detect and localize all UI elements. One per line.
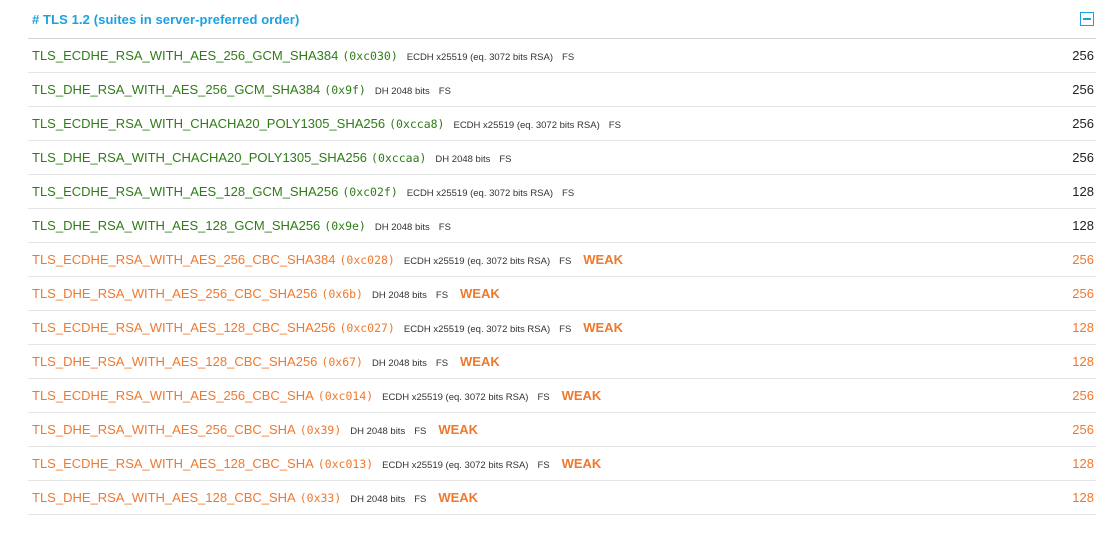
weak-badge: WEAK	[583, 320, 623, 335]
suite-key-exchange: DH 2048 bits	[350, 494, 406, 505]
suite-name: TLS_DHE_RSA_WITH_CHACHA20_POLY1305_SHA25…	[32, 150, 368, 165]
suite-code: (0x9f)	[324, 83, 366, 97]
suite-bits: 256	[1072, 82, 1094, 97]
suite-key-exchange: ECDH x25519 (eq. 3072 bits RSA)	[453, 120, 600, 131]
weak-badge: WEAK	[460, 286, 500, 301]
suite-code: (0xc030)	[342, 49, 398, 63]
suite-code: (0x6b)	[321, 287, 363, 301]
suite-key-exchange: DH 2048 bits	[371, 358, 427, 369]
suite-row: TLS_ECDHE_RSA_WITH_AES_256_CBC_SHA (0xc0…	[28, 379, 1096, 413]
suite-key-exchange: ECDH x25519 (eq. 3072 bits RSA)	[406, 188, 554, 199]
cipher-suites-panel: # TLS 1.2 (suites in server-preferred or…	[28, 0, 1096, 515]
suite-forward-secrecy: FS	[562, 52, 575, 63]
suite-key-exchange: DH 2048 bits	[374, 86, 430, 97]
suite-row: TLS_DHE_RSA_WITH_AES_256_CBC_SHA256 (0x6…	[28, 277, 1096, 311]
suite-name: TLS_DHE_RSA_WITH_AES_128_GCM_SHA256	[32, 218, 321, 233]
suite-name: TLS_DHE_RSA_WITH_AES_128_CBC_SHA	[32, 490, 296, 505]
suite-code: (0x39)	[299, 423, 342, 437]
weak-badge: WEAK	[438, 422, 479, 437]
suite-bits: 256	[1072, 116, 1094, 131]
suite-key-exchange: ECDH x25519 (eq. 3072 bits RSA)	[403, 256, 551, 267]
suite-key-exchange: ECDH x25519 (eq. 3072 bits RSA)	[382, 460, 529, 471]
suite-row: TLS_DHE_RSA_WITH_AES_128_CBC_SHA (0x33) …	[28, 481, 1096, 515]
suite-list: TLS_ECDHE_RSA_WITH_AES_256_GCM_SHA384 (0…	[28, 39, 1096, 515]
suite-code: (0x67)	[321, 355, 363, 369]
suite-code: (0xc02f)	[342, 185, 398, 199]
suite-row: TLS_ECDHE_RSA_WITH_AES_128_GCM_SHA256 (0…	[28, 175, 1096, 209]
suite-forward-secrecy: FS	[559, 324, 572, 335]
weak-badge: WEAK	[583, 252, 623, 267]
suite-name: TLS_DHE_RSA_WITH_AES_256_GCM_SHA384	[32, 82, 321, 97]
suite-row: TLS_DHE_RSA_WITH_AES_256_CBC_SHA (0x39) …	[28, 413, 1096, 447]
suite-key-exchange: DH 2048 bits	[371, 290, 427, 301]
suite-key-exchange: ECDH x25519 (eq. 3072 bits RSA)	[382, 392, 529, 403]
suite-forward-secrecy: FS	[537, 460, 550, 471]
suite-bits: 256	[1072, 150, 1094, 165]
suite-forward-secrecy: FS	[414, 494, 427, 505]
suite-row: TLS_ECDHE_RSA_WITH_AES_128_CBC_SHA (0xc0…	[28, 447, 1096, 481]
suite-forward-secrecy: FS	[435, 358, 449, 369]
suite-name: TLS_ECDHE_RSA_WITH_AES_128_GCM_SHA256	[32, 184, 339, 199]
suite-code: (0xccaa)	[371, 151, 427, 165]
suite-bits: 128	[1072, 218, 1094, 233]
suite-name: TLS_ECDHE_RSA_WITH_AES_256_CBC_SHA	[32, 388, 314, 403]
suite-bits: 256	[1072, 48, 1094, 63]
suite-key-exchange: ECDH x25519 (eq. 3072 bits RSA)	[406, 52, 554, 63]
section-header: # TLS 1.2 (suites in server-preferred or…	[28, 0, 1096, 39]
suite-key-exchange: DH 2048 bits	[435, 154, 491, 165]
suite-forward-secrecy: FS	[562, 188, 575, 199]
collapse-icon[interactable]	[1080, 12, 1094, 26]
suite-bits: 128	[1072, 354, 1094, 369]
suite-row: TLS_ECDHE_RSA_WITH_AES_256_GCM_SHA384 (0…	[28, 39, 1096, 73]
suite-forward-secrecy: FS	[499, 154, 512, 165]
suite-forward-secrecy: FS	[438, 86, 451, 97]
suite-forward-secrecy: FS	[559, 256, 572, 267]
suite-bits: 128	[1072, 456, 1094, 471]
suite-name: TLS_ECDHE_RSA_WITH_CHACHA20_POLY1305_SHA…	[32, 116, 386, 131]
suite-code: (0xc013)	[317, 457, 374, 471]
suite-name: TLS_ECDHE_RSA_WITH_AES_128_CBC_SHA	[32, 456, 314, 471]
suite-bits: 256	[1072, 252, 1094, 267]
suite-row: TLS_DHE_RSA_WITH_AES_128_GCM_SHA256 (0x9…	[28, 209, 1096, 243]
suite-name: TLS_DHE_RSA_WITH_AES_256_CBC_SHA256	[32, 286, 318, 301]
section-title: # TLS 1.2 (suites in server-preferred or…	[32, 11, 300, 27]
suite-name: TLS_DHE_RSA_WITH_AES_256_CBC_SHA	[32, 422, 296, 437]
suite-forward-secrecy: FS	[537, 392, 550, 403]
suite-bits: 256	[1072, 286, 1094, 301]
suite-bits: 128	[1072, 184, 1094, 199]
suite-code: (0xcca8)	[389, 117, 445, 131]
suite-key-exchange: ECDH x25519 (eq. 3072 bits RSA)	[403, 324, 551, 335]
suite-row: TLS_ECDHE_RSA_WITH_CHACHA20_POLY1305_SHA…	[28, 107, 1096, 141]
suite-bits: 128	[1072, 320, 1094, 335]
suite-forward-secrecy: FS	[438, 222, 451, 233]
suite-bits: 256	[1072, 422, 1094, 437]
suite-name: TLS_DHE_RSA_WITH_AES_128_CBC_SHA256	[32, 354, 318, 369]
suite-key-exchange: DH 2048 bits	[374, 222, 430, 233]
suite-row: TLS_ECDHE_RSA_WITH_AES_128_CBC_SHA256 (0…	[28, 311, 1096, 345]
suite-bits: 256	[1072, 388, 1094, 403]
suite-code: (0x33)	[299, 491, 342, 505]
suite-row: TLS_DHE_RSA_WITH_AES_256_GCM_SHA384 (0x9…	[28, 73, 1096, 107]
suite-key-exchange: DH 2048 bits	[350, 426, 406, 437]
weak-badge: WEAK	[561, 388, 602, 403]
suite-bits: 128	[1072, 490, 1094, 505]
suite-code: (0xc027)	[339, 321, 395, 335]
suite-code: (0x9e)	[324, 219, 366, 233]
weak-badge: WEAK	[561, 456, 602, 471]
suite-code: (0xc028)	[339, 253, 395, 267]
suite-name: TLS_ECDHE_RSA_WITH_AES_256_CBC_SHA384	[32, 252, 336, 267]
suite-forward-secrecy: FS	[608, 120, 621, 131]
suite-name: TLS_ECDHE_RSA_WITH_AES_256_GCM_SHA384	[32, 48, 339, 63]
suite-forward-secrecy: FS	[414, 426, 427, 437]
weak-badge: WEAK	[438, 490, 479, 505]
suite-row: TLS_DHE_RSA_WITH_CHACHA20_POLY1305_SHA25…	[28, 141, 1096, 175]
suite-forward-secrecy: FS	[435, 290, 449, 301]
suite-row: TLS_ECDHE_RSA_WITH_AES_256_CBC_SHA384 (0…	[28, 243, 1096, 277]
weak-badge: WEAK	[460, 354, 500, 369]
suite-row: TLS_DHE_RSA_WITH_AES_128_CBC_SHA256 (0x6…	[28, 345, 1096, 379]
suite-name: TLS_ECDHE_RSA_WITH_AES_128_CBC_SHA256	[32, 320, 336, 335]
suite-code: (0xc014)	[317, 389, 374, 403]
